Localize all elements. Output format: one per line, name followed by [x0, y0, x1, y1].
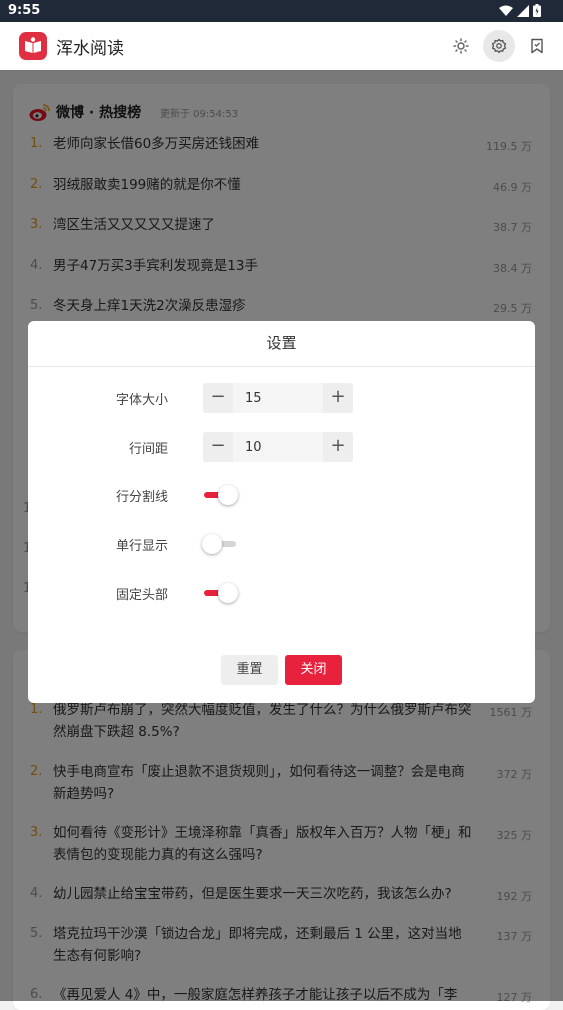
bookmark-icon: [531, 38, 543, 54]
row-divider-label: 行分割线: [115, 490, 168, 505]
switch-knob: [218, 583, 238, 603]
settings-button[interactable]: [483, 30, 515, 62]
font-size-decrease-button[interactable]: −: [203, 383, 233, 413]
status-bar: 9:55: [0, 0, 563, 22]
line-spacing-stepper: − +: [203, 432, 353, 462]
system-icons: [499, 4, 541, 17]
book-icon: [25, 37, 41, 53]
fixed-header-label: 固定头部: [115, 588, 168, 603]
row-divider-switch[interactable]: [202, 485, 238, 505]
app-title: 浑水阅读: [56, 39, 124, 59]
fixed-header-setting: 固定头部: [28, 578, 535, 608]
settings-dialog: 设置 字体大小 − + 行间距 − + 行分割线 单行显示 固定头部: [28, 321, 535, 703]
line-spacing-setting: 行间距 − +: [28, 432, 535, 462]
app-logo: [19, 32, 47, 60]
signal-icon: [517, 4, 529, 17]
line-spacing-input[interactable]: [233, 432, 323, 462]
font-size-stepper: − +: [203, 383, 353, 413]
app-header: 浑水阅读: [0, 22, 563, 71]
row-divider-setting: 行分割线: [28, 480, 535, 510]
fixed-header-switch[interactable]: [202, 583, 238, 603]
font-size-label: 字体大小: [115, 393, 168, 408]
line-spacing-decrease-button[interactable]: −: [203, 432, 233, 462]
gear-icon: [491, 38, 507, 54]
status-time: 9:55: [8, 3, 41, 18]
font-size-setting: 字体大小 − +: [28, 383, 535, 413]
single-line-setting: 单行显示: [28, 529, 535, 559]
line-spacing-label: 行间距: [128, 442, 168, 457]
reset-button[interactable]: 重置: [221, 655, 278, 685]
switch-knob: [218, 485, 238, 505]
line-spacing-increase-button[interactable]: +: [323, 432, 353, 462]
battery-icon: [533, 4, 541, 17]
dialog-title: 设置: [28, 321, 535, 367]
font-size-increase-button[interactable]: +: [323, 383, 353, 413]
font-size-input[interactable]: [233, 383, 323, 413]
wifi-icon: [499, 5, 513, 16]
theme-toggle-button[interactable]: [445, 30, 477, 62]
single-line-label: 单行显示: [115, 539, 168, 554]
brightness-icon: [453, 38, 469, 54]
close-button[interactable]: 关闭: [285, 655, 342, 685]
switch-knob: [202, 534, 222, 554]
single-line-switch[interactable]: [202, 534, 238, 554]
bookmark-button[interactable]: [521, 30, 553, 62]
